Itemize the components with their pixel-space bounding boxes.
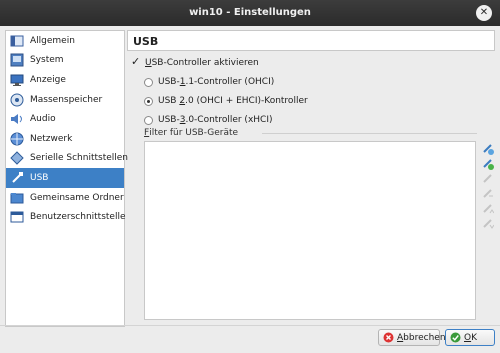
move-up-icon (483, 204, 494, 214)
add-empty-filter-button[interactable] (481, 142, 494, 155)
filters-divider (262, 133, 477, 134)
edit-filter-button[interactable] (481, 172, 494, 185)
sidebar-item-serielle-schnittstellen[interactable]: Serielle Schnittstellen (6, 149, 128, 169)
usb30-controller-radio[interactable]: USB-3.0-Controller (xHCI) (144, 115, 273, 125)
sidebar-item-label: Serielle Schnittstellen (30, 153, 129, 164)
usb11-controller-label: USB-1.1-Controller (OHCI) (158, 77, 275, 87)
title-bar: win10 - Einstellungen ✕ (0, 0, 500, 26)
usb-filters-list[interactable] (144, 141, 476, 320)
cancel-label: Abbrechen (397, 332, 446, 343)
shared-folder-icon (10, 191, 24, 205)
usb-filters-label: Filter für USB-Geräte (144, 128, 239, 138)
radio-button[interactable] (144, 96, 153, 106)
sidebar-item-label: Netzwerk (30, 133, 73, 144)
sidebar-item-label: Gemeinsame Ordner (30, 192, 124, 203)
add-filter-icon (483, 144, 494, 155)
move-down-icon (483, 219, 494, 229)
sidebar-item-audio[interactable]: Audio (6, 109, 124, 129)
system-icon (10, 53, 24, 67)
close-window-button[interactable]: ✕ (476, 5, 492, 21)
move-filter-down-button[interactable] (481, 217, 494, 230)
sidebar-item-label: System (30, 55, 64, 66)
window-title: win10 - Einstellungen (189, 7, 311, 18)
sidebar-item-netzwerk[interactable]: Netzwerk (6, 129, 124, 149)
usb11-controller-radio[interactable]: USB-1.1-Controller (OHCI) (144, 77, 274, 87)
ok-icon (450, 332, 461, 343)
sidebar-item-massenspeicher[interactable]: Massenspeicher (6, 90, 124, 110)
settings-sidebar: Allgemein System Anzeige Massenspeicher … (5, 30, 128, 327)
checkbox-box[interactable]: ✓ (130, 55, 141, 68)
add-device-filter-button[interactable] (481, 157, 494, 170)
serial-icon (10, 151, 24, 166)
add-device-filter-icon (483, 159, 494, 170)
audio-icon (10, 112, 24, 126)
cancel-icon (383, 332, 394, 343)
network-icon (10, 132, 24, 146)
sidebar-item-label: USB (30, 172, 49, 183)
sidebar-item-label: Benutzerschnittstelle (30, 212, 126, 223)
usb-icon (10, 171, 24, 185)
sidebar-item-gemeinsame-ordner[interactable]: Gemeinsame Ordner (6, 188, 124, 208)
usb20-controller-label: USB 2.0 (OHCI + EHCI)-Kontroller (158, 96, 308, 106)
edit-filter-icon (483, 174, 492, 183)
sidebar-item-label: Massenspeicher (30, 94, 103, 105)
section-title: USB (127, 30, 495, 51)
sidebar-item-label: Audio (30, 114, 56, 125)
usb20-controller-radio[interactable]: USB 2.0 (OHCI + EHCI)-Kontroller (144, 96, 308, 106)
sidebar-item-system[interactable]: System (6, 51, 124, 71)
remove-filter-button[interactable] (481, 187, 494, 200)
user-interface-icon (10, 210, 24, 224)
radio-button[interactable] (144, 115, 153, 125)
storage-icon (10, 93, 24, 107)
radio-button[interactable] (144, 77, 153, 87)
display-icon (10, 73, 24, 87)
checkmark-icon: ✓ (131, 55, 141, 68)
cancel-button[interactable]: Abbrechen (378, 329, 446, 346)
sidebar-item-benutzerschnittstelle[interactable]: Benutzerschnittstelle (6, 207, 126, 227)
sidebar-item-allgemein[interactable]: Allgemein (6, 31, 124, 51)
ok-button[interactable]: OK (445, 329, 495, 346)
ok-label: OK (464, 332, 477, 343)
sidebar-item-usb[interactable]: USB (6, 168, 124, 188)
sidebar-item-label: Anzeige (30, 74, 66, 85)
usb30-controller-label: USB-3.0-Controller (xHCI) (158, 115, 273, 125)
sidebar-item-label: Allgemein (30, 35, 75, 46)
enable-usb-controller-checkbox[interactable]: ✓ USB-Controller aktivieren (130, 55, 259, 68)
remove-filter-icon (483, 189, 493, 198)
move-filter-up-button[interactable] (481, 202, 494, 215)
sidebar-item-anzeige[interactable]: Anzeige (6, 70, 124, 90)
general-icon (10, 34, 24, 48)
button-bar-divider (0, 325, 500, 326)
enable-usb-controller-label: USB-Controller aktivieren (145, 58, 259, 68)
